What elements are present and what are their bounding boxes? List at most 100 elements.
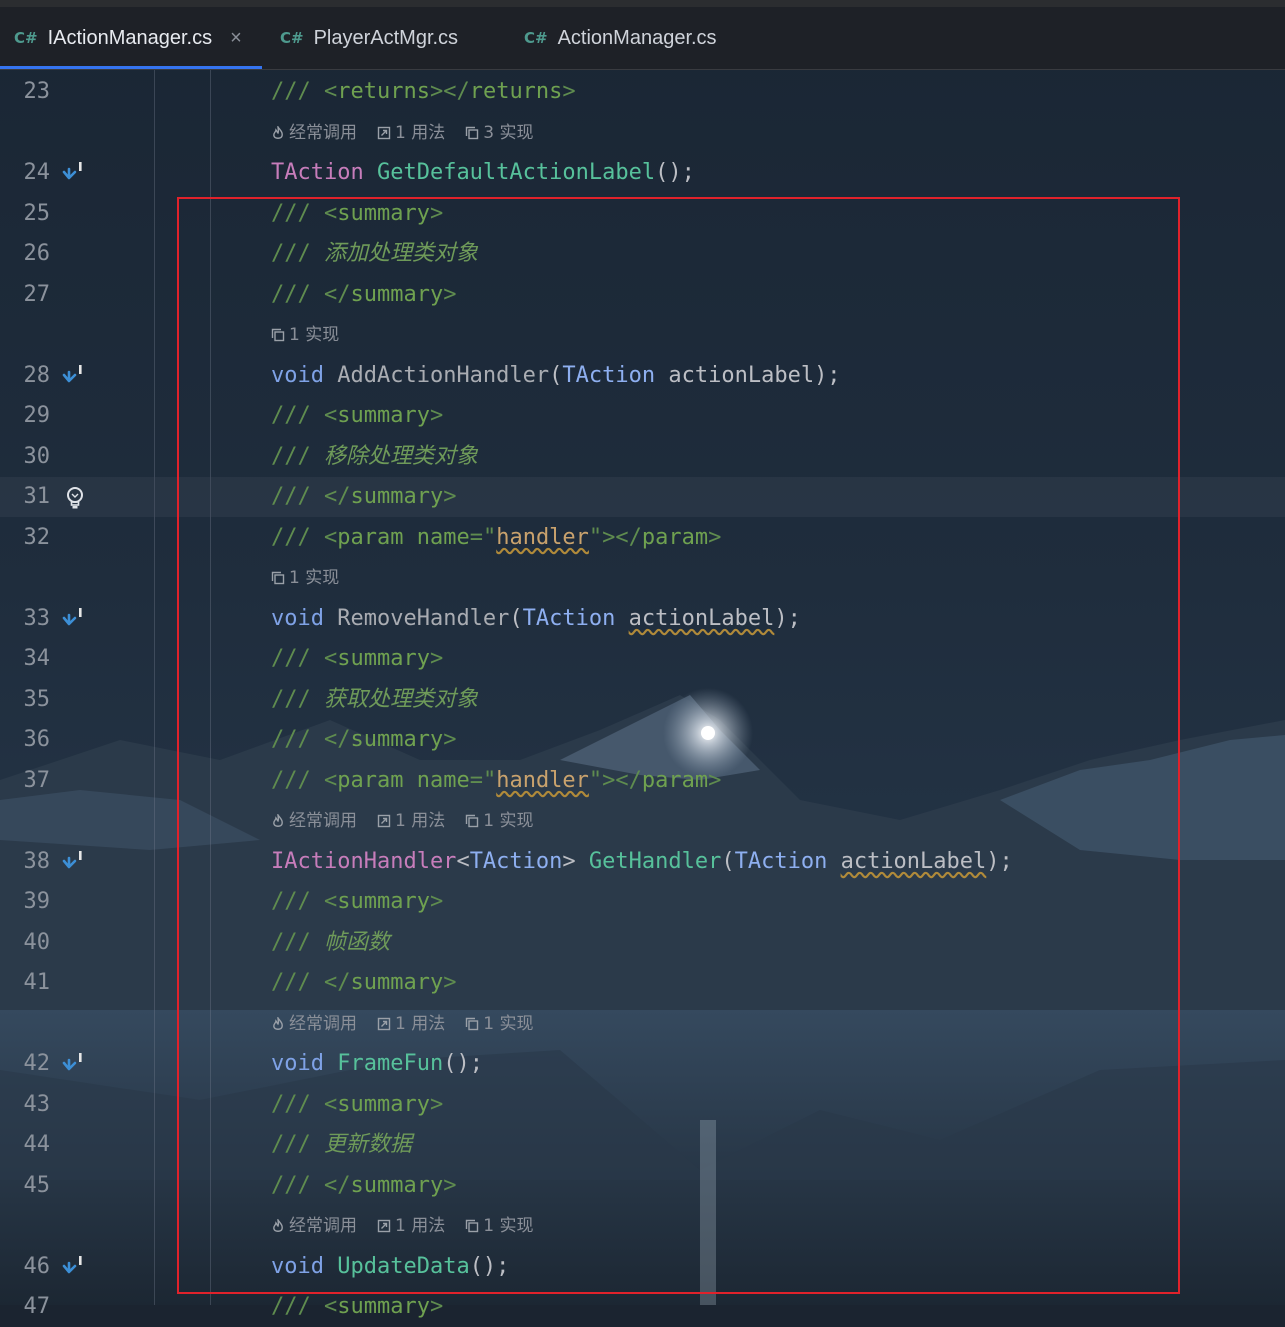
code-text[interactable]: /// 获取处理类对象 bbox=[271, 680, 478, 720]
code-vision-hints: 1 实现 bbox=[271, 315, 359, 355]
code-vision-usage[interactable]: 1 用法 bbox=[377, 123, 445, 143]
line-number[interactable]: 40 bbox=[0, 923, 51, 963]
code-text[interactable]: /// </summary> bbox=[271, 720, 456, 760]
code-vision-usage[interactable]: 1 用法 bbox=[377, 811, 445, 831]
code-vision-usage[interactable]: 1 用法 bbox=[377, 1216, 445, 1236]
line-number[interactable]: 29 bbox=[0, 396, 51, 436]
line-number[interactable]: 24 bbox=[0, 153, 51, 193]
implemented-arrow-icon[interactable] bbox=[60, 1254, 88, 1282]
code-text[interactable]: void AddActionHandler(TAction actionLabe… bbox=[271, 356, 841, 396]
code-vision-impl[interactable]: 1 实现 bbox=[465, 811, 533, 831]
code-vision-impl[interactable]: 1 实现 bbox=[271, 325, 339, 345]
line-number[interactable]: 38 bbox=[0, 842, 51, 882]
line-number[interactable]: 32 bbox=[0, 518, 51, 558]
code-text[interactable]: /// 更新数据 bbox=[271, 1125, 412, 1165]
code-token: > bbox=[429, 646, 444, 671]
line-number[interactable]: 42 bbox=[0, 1044, 51, 1084]
code-text[interactable]: void UpdateData(); bbox=[271, 1247, 509, 1287]
code-text[interactable]: /// 帧函数 bbox=[271, 923, 390, 963]
code-line: 35 /// 获取处理类对象 bbox=[0, 680, 1285, 720]
code-token: < bbox=[323, 889, 338, 914]
code-text[interactable]: /// <returns></returns> bbox=[271, 72, 576, 112]
code-text[interactable]: /// 移除处理类对象 bbox=[271, 437, 478, 477]
code-text[interactable]: /// <summary> bbox=[271, 882, 443, 922]
code-token: < bbox=[323, 79, 338, 104]
code-text[interactable]: /// 添加处理类对象 bbox=[271, 234, 478, 274]
code-token: GetDefaultActionLabel bbox=[376, 160, 656, 185]
code-text[interactable]: /// </summary> bbox=[271, 1166, 456, 1206]
line-number[interactable]: 23 bbox=[0, 72, 51, 112]
line-number[interactable]: 37 bbox=[0, 761, 51, 801]
line-number[interactable]: 35 bbox=[0, 680, 51, 720]
implemented-arrow-icon[interactable] bbox=[60, 363, 88, 391]
code-vision-impl[interactable]: 3 实现 bbox=[465, 123, 533, 143]
line-number[interactable]: 36 bbox=[0, 720, 51, 760]
code-text[interactable]: /// <summary> bbox=[271, 1085, 443, 1125]
line-number[interactable]: 31 bbox=[0, 477, 51, 517]
code-text[interactable]: /// </summary> bbox=[271, 477, 456, 517]
close-icon[interactable]: × bbox=[230, 27, 242, 50]
code-text[interactable]: /// <summary> bbox=[271, 396, 443, 436]
inlay-hint-row: 1 实现 bbox=[0, 315, 1285, 355]
code-token: /// bbox=[271, 1294, 324, 1319]
inlay-hint-row: 1 实现 bbox=[0, 558, 1285, 598]
code-vision-label: 1 用法 bbox=[395, 1216, 446, 1236]
line-number[interactable]: 44 bbox=[0, 1125, 51, 1165]
lightbulb-icon[interactable] bbox=[60, 484, 88, 512]
code-vision-usage[interactable]: 1 用法 bbox=[377, 1014, 445, 1034]
code-text[interactable]: void FrameFun(); bbox=[271, 1044, 483, 1084]
code-vision-flame[interactable]: 经常调用 bbox=[271, 1216, 357, 1236]
tab-actionmanager[interactable]: C# ActionManager.cs bbox=[524, 7, 717, 69]
implemented-arrow-icon[interactable] bbox=[60, 160, 88, 188]
line-number[interactable]: 25 bbox=[0, 194, 51, 234]
code-text[interactable]: /// <param name="handler"></param> bbox=[271, 761, 721, 801]
implemented-arrow-icon[interactable] bbox=[60, 849, 88, 877]
code-token: < bbox=[323, 403, 338, 428]
code-editor[interactable]: 23 /// <returns></returns> 经常调用 1 用法 3 实现 24 T… bbox=[0, 70, 1285, 1319]
code-text[interactable]: /// </summary> bbox=[271, 275, 456, 315]
implemented-arrow-icon[interactable] bbox=[60, 606, 88, 634]
code-vision-label: 1 用法 bbox=[395, 1013, 446, 1034]
code-vision-impl[interactable]: 1 实现 bbox=[271, 568, 339, 588]
implementation-icon bbox=[271, 328, 285, 342]
line-number[interactable]: 33 bbox=[0, 599, 51, 639]
line-number[interactable]: 30 bbox=[0, 437, 51, 477]
flame-icon bbox=[273, 1219, 283, 1232]
line-number[interactable]: 41 bbox=[0, 963, 51, 1003]
code-token: summary bbox=[350, 970, 444, 995]
code-token: name bbox=[416, 767, 470, 793]
implemented-arrow-icon[interactable] bbox=[60, 1051, 88, 1079]
code-token: summary bbox=[350, 727, 444, 752]
code-text[interactable]: TAction GetDefaultActionLabel(); bbox=[271, 153, 695, 193]
code-text[interactable]: void RemoveHandler(TAction actionLabel); bbox=[271, 599, 801, 639]
code-vision-impl[interactable]: 1 实现 bbox=[465, 1014, 533, 1034]
code-token: > bbox=[443, 281, 457, 307]
line-number[interactable]: 43 bbox=[0, 1085, 51, 1125]
code-line: 37 /// <param name="handler"></param> bbox=[0, 761, 1285, 801]
code-vision-flame[interactable]: 经常调用 bbox=[271, 811, 357, 831]
code-vision-flame[interactable]: 经常调用 bbox=[271, 1014, 357, 1034]
code-line: 44 /// 更新数据 bbox=[0, 1125, 1285, 1165]
code-text[interactable]: IActionHandler<TAction> GetHandler(TActi… bbox=[271, 842, 1013, 882]
line-number[interactable]: 28 bbox=[0, 356, 51, 396]
code-token: ></ bbox=[429, 79, 470, 104]
tab-playeractmgr[interactable]: C# PlayerActMgr.cs bbox=[280, 7, 458, 69]
line-number[interactable]: 45 bbox=[0, 1166, 51, 1206]
code-vision-flame[interactable]: 经常调用 bbox=[271, 123, 357, 143]
line-number[interactable]: 34 bbox=[0, 639, 51, 679]
code-text[interactable]: /// <param name="handler"></param> bbox=[271, 518, 721, 558]
line-number[interactable]: 39 bbox=[0, 882, 51, 922]
line-number[interactable]: 47 bbox=[0, 1287, 51, 1327]
line-number[interactable]: 27 bbox=[0, 275, 51, 315]
code-line: 24 TAction GetDefaultActionLabel(); bbox=[0, 153, 1285, 193]
line-number[interactable]: 26 bbox=[0, 234, 51, 274]
code-text[interactable]: /// </summary> bbox=[271, 963, 456, 1003]
tab-iactionmanager[interactable]: C# IActionManager.cs × bbox=[14, 7, 242, 69]
line-number[interactable]: 46 bbox=[0, 1247, 51, 1287]
code-text[interactable]: /// <summary> bbox=[271, 639, 443, 679]
code-token: > bbox=[429, 1294, 444, 1319]
code-text[interactable]: /// <summary> bbox=[271, 194, 443, 234]
code-vision-impl[interactable]: 1 实现 bbox=[465, 1216, 533, 1236]
code-text[interactable]: /// <summary> bbox=[271, 1287, 443, 1327]
code-line: 23 /// <returns></returns> bbox=[0, 72, 1285, 112]
